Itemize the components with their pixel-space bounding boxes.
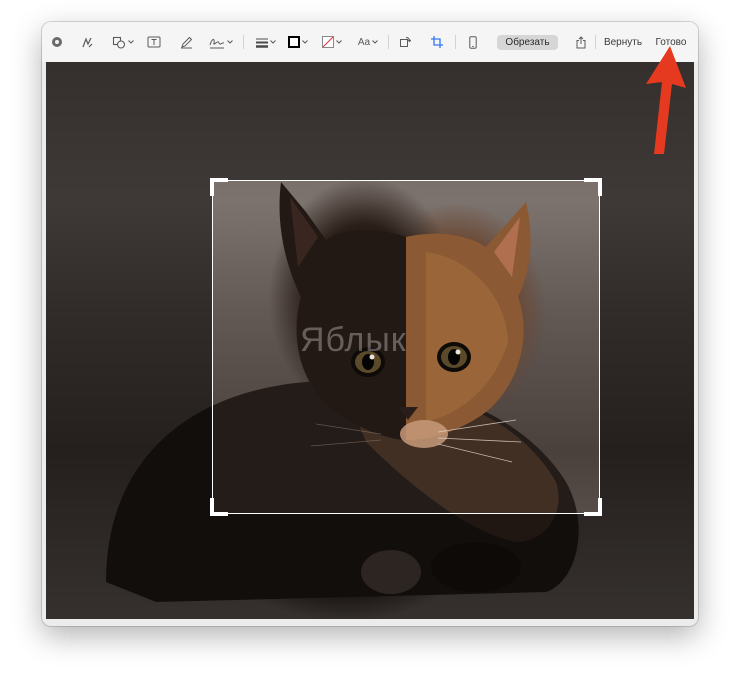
text-box-icon[interactable] bbox=[146, 34, 162, 50]
crop-handle-bottom-left[interactable] bbox=[210, 498, 228, 516]
share-icon[interactable] bbox=[574, 34, 588, 50]
crop-button[interactable]: Обрезать bbox=[497, 35, 558, 50]
markup-icon[interactable] bbox=[50, 34, 64, 50]
chevron-down-icon bbox=[336, 40, 342, 44]
fill-color-icon[interactable] bbox=[320, 34, 344, 50]
toolbar-divider bbox=[388, 35, 389, 49]
rotate-icon[interactable] bbox=[398, 34, 412, 50]
signature-icon[interactable] bbox=[208, 34, 234, 50]
shapes-icon[interactable] bbox=[110, 34, 136, 50]
watermark: Яблык bbox=[300, 321, 407, 359]
toolbar-divider bbox=[455, 35, 456, 49]
crop-handle-top-right[interactable] bbox=[584, 178, 602, 196]
crop-handle-top-left[interactable] bbox=[210, 178, 228, 196]
chevron-down-icon bbox=[270, 40, 276, 44]
toolbar-divider bbox=[243, 35, 244, 49]
line-style-icon[interactable] bbox=[254, 34, 278, 50]
text-style-label: Aa bbox=[357, 36, 371, 48]
crop-icon[interactable] bbox=[430, 34, 444, 50]
image-canvas[interactable]: Яблык bbox=[46, 62, 694, 619]
red-arrow-annotation bbox=[646, 46, 686, 154]
border-color-icon[interactable] bbox=[286, 34, 310, 50]
markup-toolbar: Aa Обрезать Вернуть Готово bbox=[42, 22, 698, 62]
chevron-down-icon bbox=[372, 40, 378, 44]
chevron-down-icon bbox=[128, 40, 134, 44]
sketch-icon[interactable] bbox=[80, 34, 94, 50]
chevron-down-icon bbox=[227, 40, 233, 44]
text-style-icon[interactable]: Aa bbox=[355, 34, 381, 50]
crop-handle-bottom-right[interactable] bbox=[584, 498, 602, 516]
chevron-down-icon bbox=[302, 40, 308, 44]
device-icon[interactable] bbox=[467, 34, 479, 50]
draw-icon[interactable] bbox=[178, 34, 194, 50]
toolbar-divider bbox=[595, 35, 596, 49]
preview-window: Aa Обрезать Вернуть Готово Яблык bbox=[42, 22, 698, 626]
